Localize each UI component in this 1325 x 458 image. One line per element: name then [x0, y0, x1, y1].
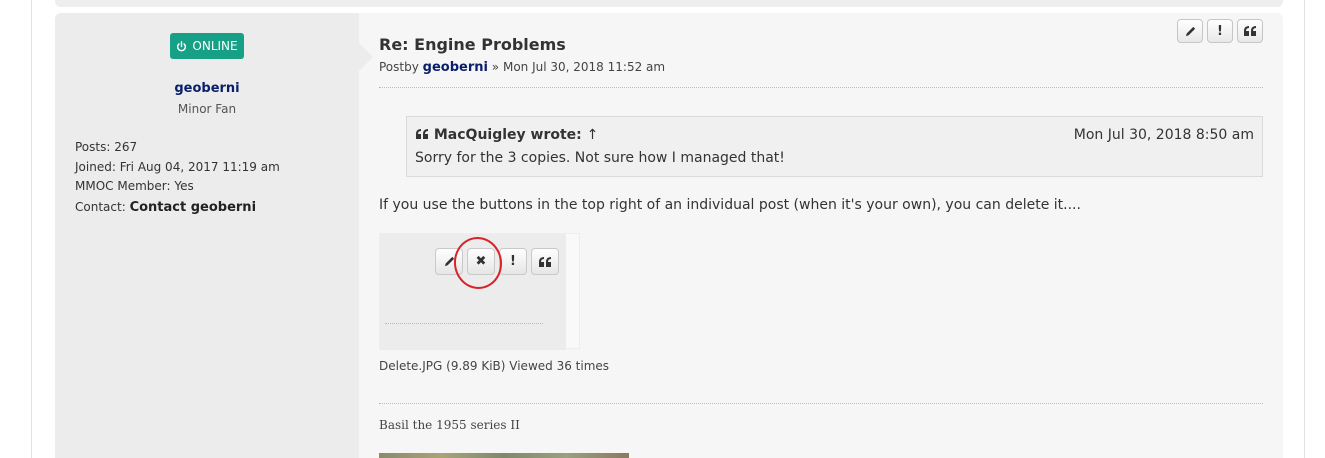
contact-link[interactable]: Contact geoberni — [130, 200, 256, 215]
profile-member: MMOC Member: Yes — [75, 179, 194, 193]
postby-prefix: Postby — [379, 60, 419, 74]
quote-icon — [1244, 26, 1256, 36]
screenshot-divider — [385, 323, 543, 324]
profile-joined: Joined: Fri Aug 04, 2017 11:19 am — [75, 160, 280, 174]
profile-contact: Contact: Contact geoberni — [75, 200, 256, 215]
joined-label: Joined: — [75, 160, 116, 174]
date-separator: » — [491, 60, 500, 74]
pencil-icon — [1185, 26, 1195, 36]
quote-button[interactable] — [1237, 19, 1263, 43]
quote-icon — [416, 129, 428, 139]
screenshot-report-button: ! — [499, 248, 527, 275]
posts-label: Posts: — [75, 140, 111, 154]
member-label: MMOC Member: — [75, 179, 171, 193]
post-text: If you use the buttons in the top right … — [379, 197, 1081, 213]
post-author-link[interactable]: geoberni — [423, 60, 488, 75]
profile-arrow — [359, 43, 373, 71]
post-date: Mon Jul 30, 2018 11:52 am — [502, 60, 666, 74]
exclamation-icon: ! — [1217, 23, 1223, 39]
profile-username[interactable]: geoberni — [55, 81, 359, 96]
post-author-line: Postby geoberni » Mon Jul 30, 2018 11:52… — [379, 60, 665, 75]
quote-date: Mon Jul 30, 2018 8:50 am — [1073, 127, 1254, 143]
exclamation-icon: ! — [510, 254, 516, 269]
post-body: Re: Engine Problems Postby geoberni » Mo… — [379, 13, 1263, 458]
forum-post: ONLINE geoberni Minor Fan Posts: 267 Joi… — [55, 13, 1283, 458]
attachment-image[interactable]: ✖ ! — [379, 233, 580, 350]
header-divider — [379, 87, 1263, 88]
member-value: Yes — [174, 179, 194, 193]
signature-image — [379, 453, 629, 458]
screenshot-quote-button — [531, 248, 559, 275]
quote-header: MacQuigley wrote: ↑ — [415, 127, 598, 143]
quote-author: MacQuigley wrote: — [433, 127, 582, 143]
signature-divider — [379, 403, 1263, 404]
attachment-caption: Delete.JPG (9.89 KiB) Viewed 36 times — [379, 359, 610, 373]
signature-text: Basil the 1955 series II — [379, 418, 520, 432]
quote-icon — [539, 256, 551, 267]
quote-jump-arrow[interactable]: ↑ — [587, 127, 599, 143]
quote-text: Sorry for the 3 copies. Not sure how I m… — [415, 150, 785, 166]
red-circle-annotation — [450, 233, 506, 293]
profile-posts: Posts: 267 — [75, 140, 137, 154]
attachment-screenshot: ✖ ! — [380, 233, 566, 350]
contact-label: Contact: — [75, 200, 126, 214]
post-buttons: ! — [1177, 19, 1263, 43]
post-profile: ONLINE geoberni Minor Fan Posts: 267 Joi… — [55, 13, 359, 458]
quote-block: MacQuigley wrote: ↑ Mon Jul 30, 2018 8:5… — [406, 116, 1263, 177]
online-status-label: ONLINE — [192, 39, 238, 53]
page-wrapper: ONLINE geoberni Minor Fan Posts: 267 Joi… — [31, 0, 1305, 458]
power-icon — [177, 40, 187, 51]
post-title[interactable]: Re: Engine Problems — [379, 35, 566, 54]
posts-count[interactable]: 267 — [114, 140, 137, 154]
report-button[interactable]: ! — [1207, 19, 1233, 43]
edit-button[interactable] — [1177, 19, 1203, 43]
online-status-badge: ONLINE — [170, 33, 244, 59]
previous-post-bottom — [55, 0, 1283, 7]
profile-rank: Minor Fan — [177, 102, 237, 116]
joined-date: Fri Aug 04, 2017 11:19 am — [119, 160, 280, 174]
